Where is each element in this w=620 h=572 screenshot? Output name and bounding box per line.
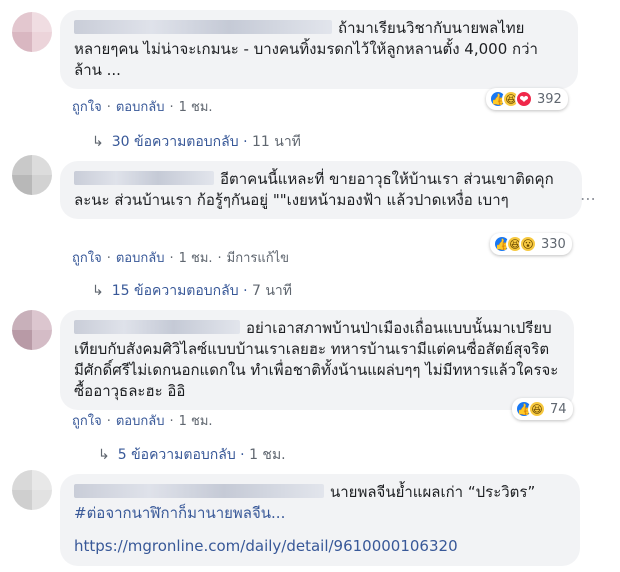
comment-actions: ถูกใจ · ตอบกลับ · 1 ชม. · มีการแก้ไข bbox=[72, 251, 290, 266]
avatar[interactable] bbox=[12, 310, 52, 350]
article-link[interactable]: https://mgronline.com/daily/detail/96100… bbox=[74, 537, 458, 555]
haha-icon: 😆 bbox=[528, 400, 546, 418]
comment-bubble: อย่าเอาสภาพบ้านป่าเมืองเถื่อนแบบนั้นมาเป… bbox=[60, 310, 574, 410]
reaction-count: 392 bbox=[537, 91, 562, 107]
like-link[interactable]: ถูกใจ bbox=[72, 414, 102, 429]
edited-label[interactable]: มีการแก้ไข bbox=[227, 251, 289, 266]
comment-time[interactable]: 1 ชม. bbox=[179, 414, 213, 429]
reply-arrow-icon: ↳ bbox=[92, 134, 104, 150]
reply-arrow-icon: ↳ bbox=[92, 283, 104, 299]
comment-time[interactable]: 1 ชม. bbox=[179, 251, 213, 266]
author-name[interactable] bbox=[74, 320, 240, 334]
comment-bubble: นายพลจีนย้ำแผลเก่า “ประวิตร” #ต่อจากนาฬิ… bbox=[60, 474, 580, 566]
avatar[interactable] bbox=[12, 155, 52, 195]
comment-text: นายพลจีนย้ำแผลเก่า “ประวิตร” bbox=[330, 483, 536, 501]
view-replies[interactable]: ↳ 15 ข้อความตอบกลับ · 7 นาที bbox=[92, 280, 292, 302]
avatar[interactable] bbox=[12, 470, 52, 510]
comment-1: ถ้ามาเรียนวิชากับนายพลไทย หลายๆคน ไม่น่า… bbox=[12, 10, 608, 150]
reply-link[interactable]: ตอบกลับ bbox=[116, 100, 165, 115]
like-link[interactable]: ถูกใจ bbox=[72, 100, 102, 115]
reactions-summary[interactable]: 👍 😆 ❤ 392 bbox=[486, 88, 568, 110]
comment-actions: ถูกใจ · ตอบกลับ · 1 ชม. bbox=[72, 414, 213, 429]
reply-arrow-icon: ↳ bbox=[98, 447, 110, 463]
comment-3: อย่าเอาสภาพบ้านป่าเมืองเถื่อนแบบนั้นมาเป… bbox=[12, 310, 608, 463]
comment-4: นายพลจีนย้ำแผลเก่า “ประวิตร” #ต่อจากนาฬิ… bbox=[12, 468, 608, 572]
replies-label[interactable]: 15 ข้อความตอบกลับ bbox=[112, 283, 239, 299]
avatar[interactable] bbox=[12, 12, 52, 52]
reply-link[interactable]: ตอบกลับ bbox=[116, 251, 165, 266]
comment-actions: ถูกใจ · ตอบกลับ · 1 ชม. bbox=[72, 100, 213, 115]
reaction-count: 330 bbox=[541, 236, 566, 252]
reaction-count: 74 bbox=[550, 401, 567, 417]
reactions-summary[interactable]: 👍 😆 😮 330 bbox=[490, 233, 572, 255]
comment-bubble: ถ้ามาเรียนวิชากับนายพลไทย หลายๆคน ไม่น่า… bbox=[60, 10, 578, 89]
author-name[interactable] bbox=[74, 484, 324, 498]
comment-bubble: อีตาคนนี้แหละที่ ขายอาวุธให้บ้านเรา ส่วน… bbox=[60, 161, 582, 219]
author-name[interactable] bbox=[74, 171, 214, 185]
author-name[interactable] bbox=[74, 20, 332, 34]
reactions-summary[interactable]: 👍 😆 74 bbox=[512, 398, 573, 420]
hashtag-link[interactable]: #ต่อจากนาฬิกาก็มานายพลจีน... bbox=[74, 504, 285, 522]
replies-time: 11 นาที bbox=[251, 134, 301, 150]
more-options-icon[interactable]: ⋯ bbox=[580, 189, 596, 208]
view-replies[interactable]: ↳ 30 ข้อความตอบกลับ · 11 นาที bbox=[92, 131, 301, 153]
reply-link[interactable]: ตอบกลับ bbox=[116, 414, 165, 429]
wow-icon: 😮 bbox=[519, 235, 537, 253]
replies-label[interactable]: 5 ข้อความตอบกลับ bbox=[118, 447, 236, 463]
view-replies[interactable]: ↳ 5 ข้อความตอบกลับ · 1 ชม. bbox=[98, 444, 286, 466]
love-icon: ❤ bbox=[515, 90, 533, 108]
like-link[interactable]: ถูกใจ bbox=[72, 251, 102, 266]
replies-time: 7 นาที bbox=[251, 283, 293, 299]
comment-2: อีตาคนนี้แหละที่ ขายอาวุธให้บ้านเรา ส่วน… bbox=[12, 155, 608, 300]
replies-time: 1 ชม. bbox=[249, 447, 286, 463]
comment-time[interactable]: 1 ชม. bbox=[179, 100, 213, 115]
replies-label[interactable]: 30 ข้อความตอบกลับ bbox=[112, 134, 239, 150]
